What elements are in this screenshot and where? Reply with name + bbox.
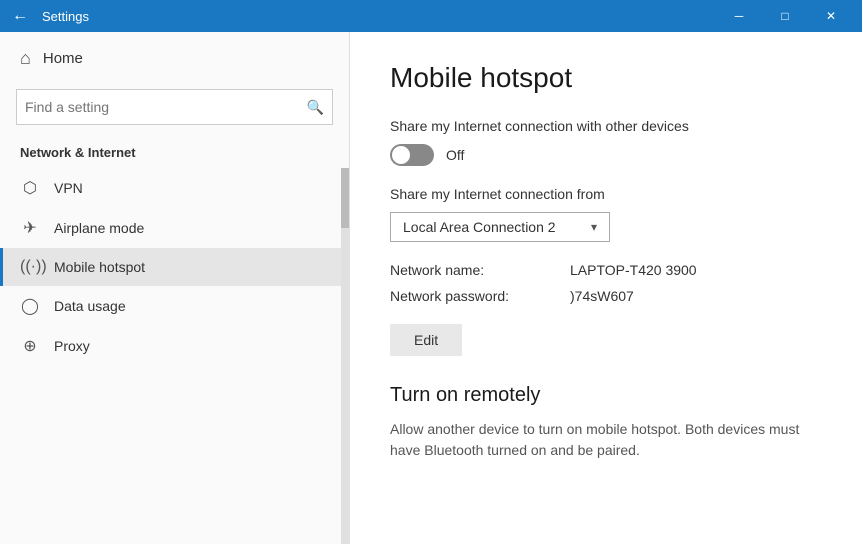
share-from-label: Share my Internet connection from (390, 186, 822, 202)
titlebar: ← Settings ─ □ ✕ (0, 0, 862, 32)
vpn-label: VPN (54, 180, 83, 196)
network-name-key: Network name: (390, 262, 550, 278)
home-nav-item[interactable]: ⌂ Home (0, 32, 349, 85)
home-label: Home (43, 50, 83, 67)
remote-section-title: Turn on remotely (390, 384, 822, 407)
sidebar-item-hotspot[interactable]: ((·)) Mobile hotspot (0, 248, 349, 286)
data-icon: ◯ (20, 296, 40, 316)
main-layout: ⌂ Home 🔍 Network & Internet ⬡ VPN ✈ Airp… (0, 32, 862, 544)
network-name-value: LAPTOP-T420 3900 (570, 262, 822, 278)
sidebar-item-airplane[interactable]: ✈ Airplane mode (0, 208, 349, 248)
scrollbar-thumb[interactable] (341, 168, 349, 228)
sidebar: ⌂ Home 🔍 Network & Internet ⬡ VPN ✈ Airp… (0, 32, 350, 544)
remote-description: Allow another device to turn on mobile h… (390, 419, 822, 461)
hotspot-icon: ((·)) (20, 258, 40, 276)
network-password-key: Network password: (390, 288, 550, 304)
hotspot-label: Mobile hotspot (54, 259, 145, 275)
scrollbar-track[interactable] (341, 168, 349, 544)
restore-button[interactable]: □ (762, 0, 808, 32)
dropdown-value: Local Area Connection 2 (403, 219, 556, 235)
connection-dropdown[interactable]: Local Area Connection 2 ▾ (390, 212, 610, 242)
search-input[interactable] (25, 99, 307, 115)
toggle-row: Off (390, 144, 822, 166)
hotspot-toggle[interactable] (390, 144, 434, 166)
proxy-icon: ⊕ (20, 336, 40, 356)
airplane-label: Airplane mode (54, 220, 144, 236)
window-controls: ─ □ ✕ (716, 0, 854, 32)
section-title: Network & Internet (0, 137, 349, 168)
edit-button[interactable]: Edit (390, 324, 462, 356)
back-button[interactable]: ← (8, 4, 32, 28)
home-icon: ⌂ (20, 48, 31, 69)
sidebar-item-proxy[interactable]: ⊕ Proxy (0, 326, 349, 366)
vpn-icon: ⬡ (20, 178, 40, 198)
sidebar-item-vpn[interactable]: ⬡ VPN (0, 168, 349, 208)
data-label: Data usage (54, 298, 126, 314)
minimize-button[interactable]: ─ (716, 0, 762, 32)
page-title: Mobile hotspot (390, 62, 822, 94)
airplane-icon: ✈ (20, 218, 40, 238)
content-area: Mobile hotspot Share my Internet connect… (350, 32, 862, 544)
titlebar-title: Settings (42, 9, 706, 24)
chevron-down-icon: ▾ (591, 220, 597, 234)
sidebar-scroll: ⬡ VPN ✈ Airplane mode ((·)) Mobile hotsp… (0, 168, 349, 544)
share-label: Share my Internet connection with other … (390, 118, 822, 134)
proxy-label: Proxy (54, 338, 90, 354)
sidebar-item-data-usage[interactable]: ◯ Data usage (0, 286, 349, 326)
network-password-value: )74sW607 (570, 288, 822, 304)
search-icon: 🔍 (307, 99, 324, 116)
toggle-state-label: Off (446, 147, 464, 163)
toggle-knob (392, 146, 410, 164)
close-button[interactable]: ✕ (808, 0, 854, 32)
search-box: 🔍 (16, 89, 333, 125)
network-info-grid: Network name: LAPTOP-T420 3900 Network p… (390, 262, 822, 304)
